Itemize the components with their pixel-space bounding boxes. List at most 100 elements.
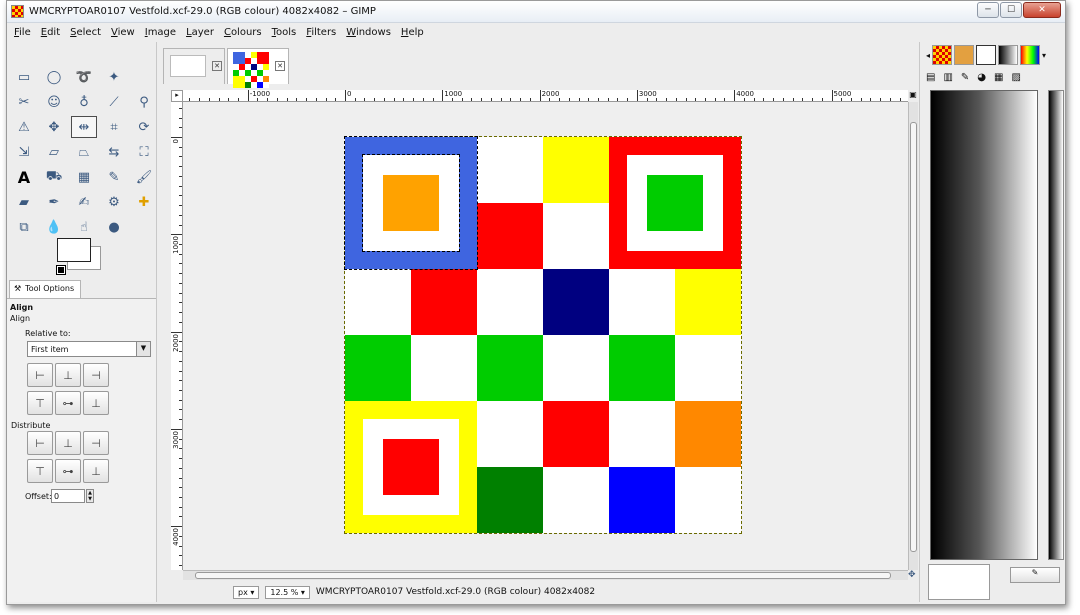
palette-tab[interactable] xyxy=(1020,45,1041,65)
fuzzy-select-icon[interactable]: ✦ xyxy=(101,66,127,88)
smudge-icon[interactable]: ☝ xyxy=(71,216,97,238)
foreground-color-swatch[interactable] xyxy=(57,238,91,262)
scissors-icon[interactable]: ✂ xyxy=(11,91,37,113)
vertical-ruler[interactable]: 0 1000 2000 3000 4000 xyxy=(171,102,183,570)
blend-icon[interactable]: ▦ xyxy=(71,166,97,188)
menu-filters[interactable]: Filters xyxy=(306,27,336,38)
image-tab-2[interactable]: ✕ xyxy=(227,48,289,88)
vertical-scrollbar[interactable] xyxy=(908,102,918,570)
dock-edit-button[interactable]: ✎ xyxy=(1010,567,1060,583)
dock-menu-icon[interactable]: ◂ xyxy=(926,51,930,60)
navigate-icon[interactable]: ✥ xyxy=(908,570,918,580)
align-bottom-button[interactable]: ⊥ xyxy=(83,391,109,415)
image-tab-1[interactable]: ✕ xyxy=(163,48,225,84)
blur-icon[interactable]: 💧 xyxy=(41,216,67,238)
dodge-burn-icon[interactable]: ● xyxy=(101,216,127,238)
menu-file[interactable]: File xyxy=(14,27,31,38)
menu-image[interactable]: Image xyxy=(145,27,176,38)
shear-icon[interactable]: ▱ xyxy=(41,141,67,163)
horizontal-ruler[interactable]: -1000 0 1000 2000 3000 4000 5000 xyxy=(183,90,908,102)
pencil-icon[interactable]: ✎ xyxy=(101,166,127,188)
zoom-icon[interactable]: ⚲ xyxy=(131,91,157,113)
airbrush-icon[interactable]: ✒ xyxy=(41,191,67,213)
crop-icon[interactable]: ⌗ xyxy=(101,116,127,138)
gradient-preview[interactable] xyxy=(930,90,1038,560)
maximize-button[interactable]: ☐ xyxy=(1000,2,1022,18)
menu-view[interactable]: View xyxy=(111,27,135,38)
close-icon[interactable]: ✕ xyxy=(212,61,222,71)
zoom-select[interactable]: 12.5 % ▾ xyxy=(265,585,310,599)
paths-icon[interactable]: ♁ xyxy=(71,91,97,113)
align-left-button[interactable]: ⊢ xyxy=(27,363,53,387)
align-tool-icon[interactable]: ⇹ xyxy=(71,116,97,138)
unit-select[interactable]: px ▾ xyxy=(233,585,260,599)
heal-icon[interactable]: ✚ xyxy=(131,191,157,213)
canvas-area[interactable] xyxy=(183,102,908,570)
align-top-button[interactable]: ⊤ xyxy=(27,391,53,415)
brush-preview[interactable] xyxy=(928,564,990,600)
fg-bg-colors[interactable] xyxy=(56,238,107,276)
horizontal-scroll-thumb[interactable] xyxy=(195,572,891,579)
perspective-clone-icon[interactable]: ⧉ xyxy=(11,216,37,238)
colormap-icon[interactable]: ◕ xyxy=(977,72,986,83)
move-icon[interactable]: ✥ xyxy=(41,116,67,138)
vertical-scroll-thumb[interactable] xyxy=(910,122,917,552)
text-icon[interactable]: A xyxy=(11,166,37,188)
font-tab[interactable] xyxy=(976,45,997,65)
ellipse-select-icon[interactable]: ◯ xyxy=(41,66,67,88)
foreground-select-icon[interactable]: ☺ xyxy=(41,91,67,113)
menu-layer[interactable]: Layer xyxy=(186,27,214,38)
tool-options-tab[interactable]: ⚒ Tool Options xyxy=(9,280,81,298)
perspective-icon[interactable]: ⏢ xyxy=(71,141,97,163)
offset-input[interactable]: 0 xyxy=(51,489,85,503)
menu-select[interactable]: Select xyxy=(70,27,101,38)
measure-icon[interactable]: ⚠ xyxy=(11,116,37,138)
align-right-button[interactable]: ⊣ xyxy=(83,363,109,387)
histogram-icon[interactable]: ▦ xyxy=(994,72,1003,83)
minimize-button[interactable]: ─ xyxy=(977,2,999,18)
distribute-right-button[interactable]: ⊣ xyxy=(83,431,109,455)
quick-mask-icon[interactable]: ▸ xyxy=(171,90,183,102)
clone-icon[interactable]: ⚙ xyxy=(101,191,127,213)
cage-icon[interactable]: ⛶ xyxy=(131,141,157,163)
dock-scrollbar[interactable] xyxy=(1048,90,1064,560)
align-middle-button[interactable]: ⊶ xyxy=(55,391,81,415)
close-icon[interactable]: ✕ xyxy=(275,61,285,71)
distribute-left-button[interactable]: ⊢ xyxy=(27,431,53,455)
distribute-center-button[interactable]: ⊥ xyxy=(55,431,81,455)
paths-dock-icon[interactable]: ✎ xyxy=(961,72,969,83)
ink-icon[interactable]: ✍ xyxy=(71,191,97,213)
offset-stepper[interactable]: ▲ ▼ xyxy=(86,489,94,503)
color-picker-icon[interactable]: ⟋ xyxy=(101,91,127,113)
zoom-window-icon[interactable]: ▣ xyxy=(908,90,918,102)
paintbrush-icon[interactable]: 🖌 xyxy=(131,166,157,188)
scale-icon[interactable]: ⇲ xyxy=(11,141,37,163)
gradient-tab[interactable] xyxy=(998,45,1019,65)
channels-icon[interactable]: ▥ xyxy=(943,72,952,83)
distribute-bottom-button[interactable]: ⊥ xyxy=(83,459,109,483)
align-center-button[interactable]: ⊥ xyxy=(55,363,81,387)
horizontal-scrollbar[interactable] xyxy=(183,570,908,580)
menu-windows[interactable]: Windows xyxy=(346,27,391,38)
menu-edit[interactable]: Edit xyxy=(41,27,60,38)
chevron-down-icon[interactable]: ▼ xyxy=(136,342,150,356)
pattern-tab[interactable] xyxy=(932,45,953,65)
menu-help[interactable]: Help xyxy=(401,27,424,38)
rect-select-icon[interactable]: ▭ xyxy=(11,66,37,88)
eraser-icon[interactable]: ▰ xyxy=(11,191,37,213)
menu-colours[interactable]: Colours xyxy=(224,27,262,38)
dock-close-icon[interactable]: ▾ xyxy=(1042,51,1046,60)
layers-icon[interactable]: ▤ xyxy=(926,72,935,83)
brush-tab[interactable] xyxy=(954,45,975,65)
default-colors-icon[interactable] xyxy=(56,265,66,275)
flip-icon[interactable]: ⇆ xyxy=(101,141,127,163)
image-canvas[interactable] xyxy=(344,136,742,534)
relative-to-select[interactable]: First item ▼ xyxy=(27,341,151,357)
rotate-icon[interactable]: ⟳ xyxy=(131,116,157,138)
bucket-fill-icon[interactable]: ⛟ xyxy=(41,166,67,188)
undo-history-icon[interactable]: ▨ xyxy=(1011,72,1020,83)
distribute-top-button[interactable]: ⊤ xyxy=(27,459,53,483)
menu-tools[interactable]: Tools xyxy=(272,27,297,38)
distribute-middle-button[interactable]: ⊶ xyxy=(55,459,81,483)
free-select-icon[interactable]: ➰ xyxy=(71,66,97,88)
